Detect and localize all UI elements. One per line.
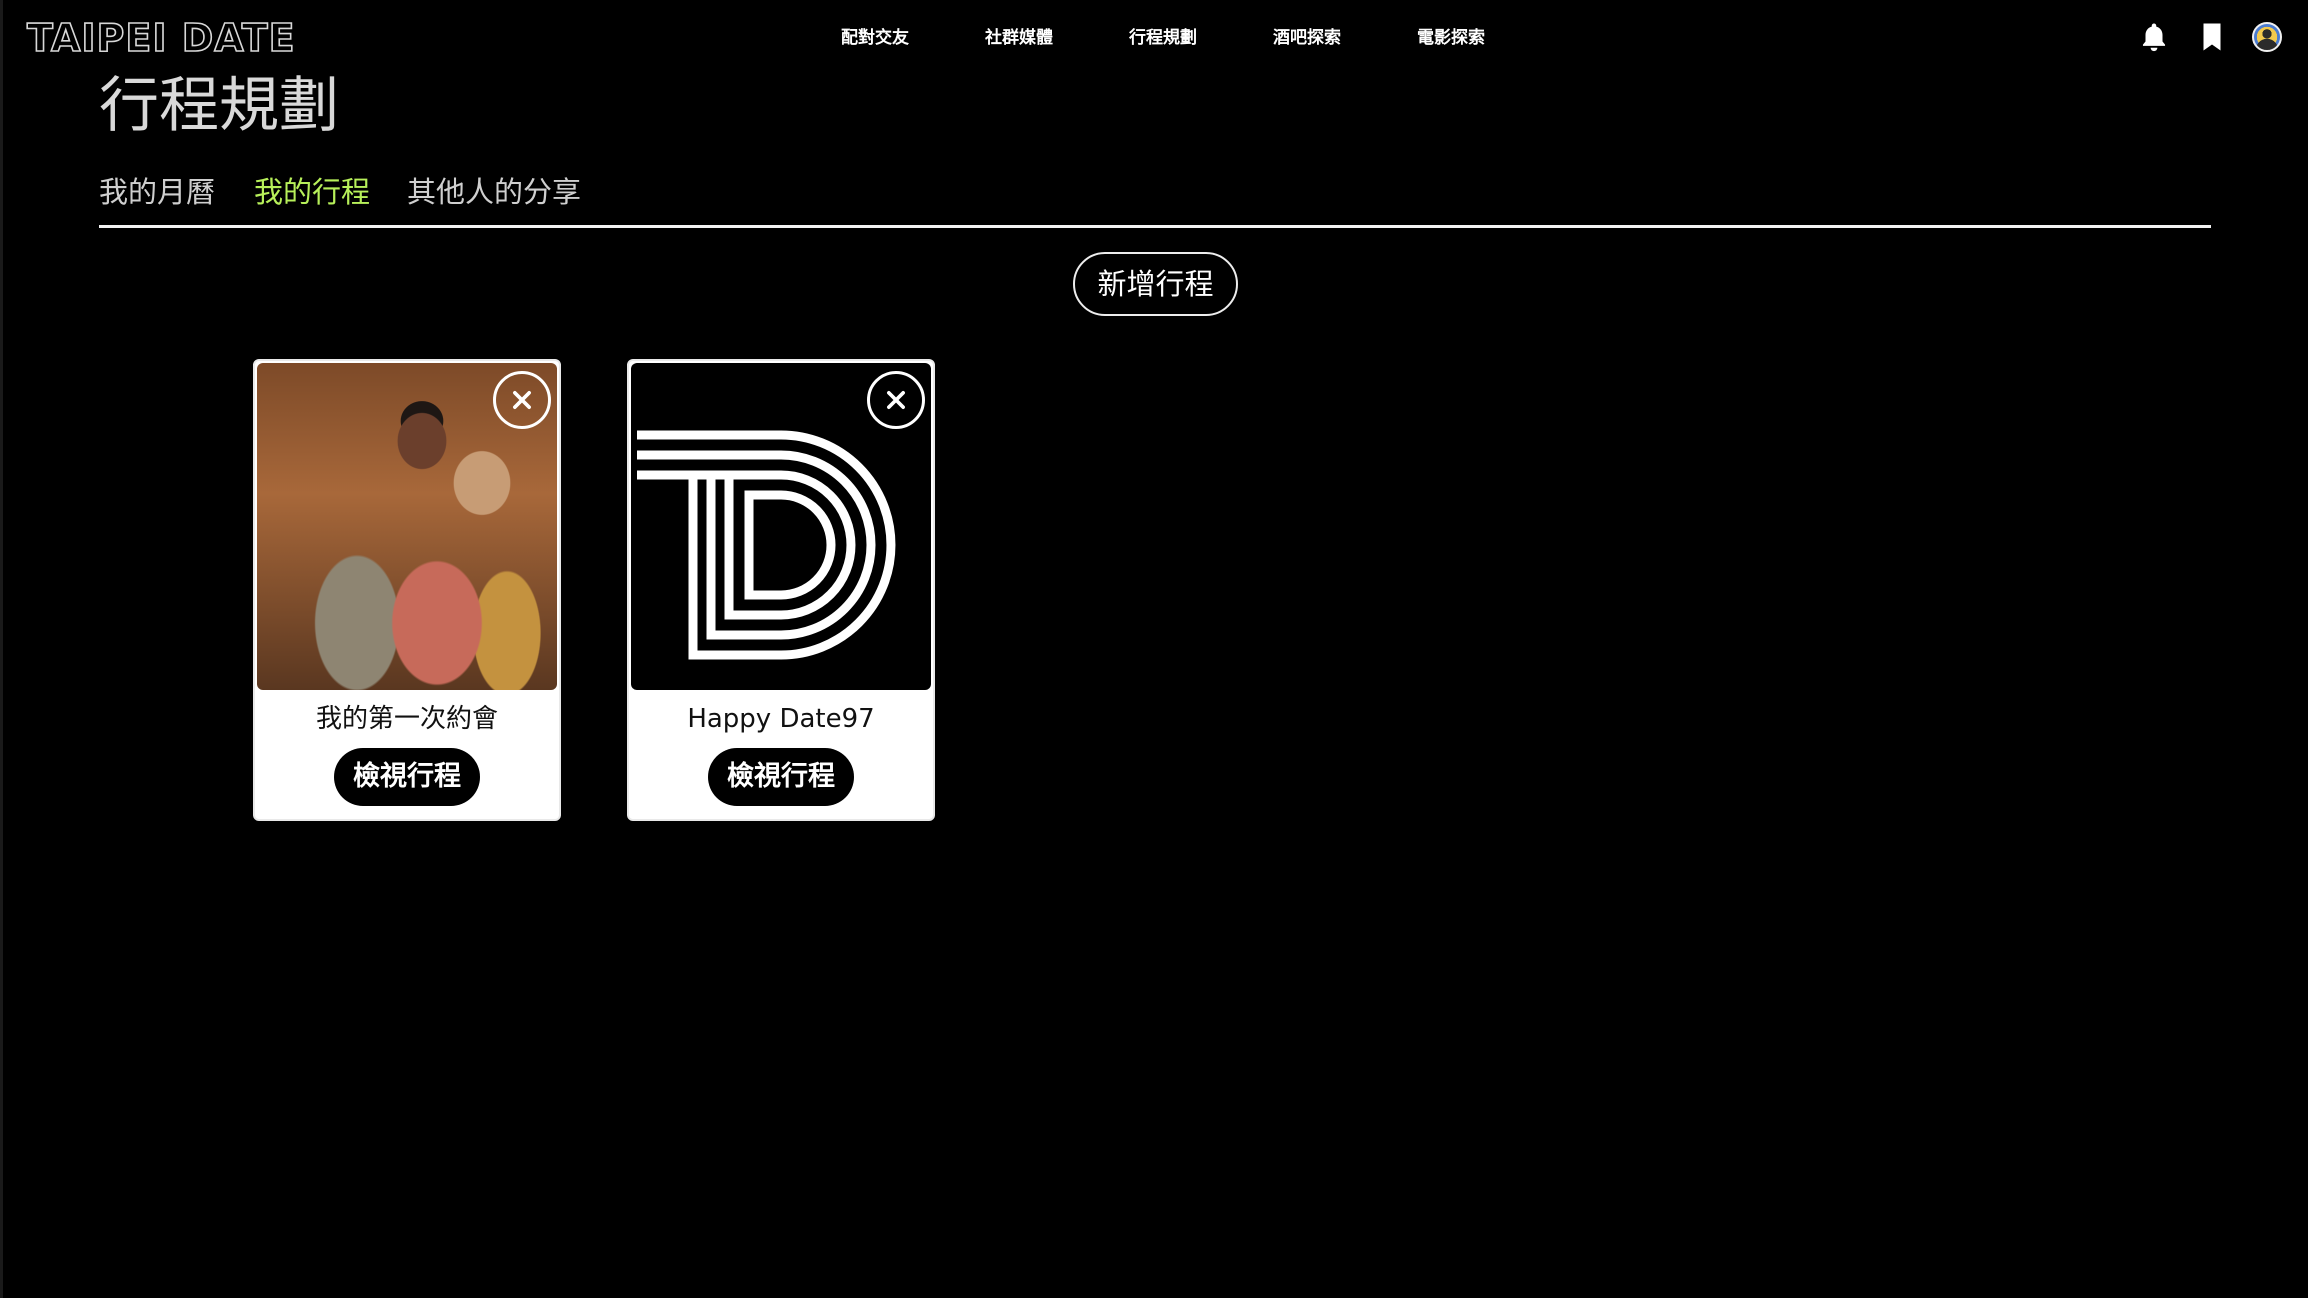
trip-card-title: 我的第一次約會: [315, 704, 498, 734]
trip-card: 我的第一次約會 檢視行程: [253, 359, 561, 821]
window-edge: [0, 0, 3, 1298]
nav-item-matching[interactable]: 配對交友: [841, 26, 909, 50]
trip-card: Happy Date97 檢視行程: [627, 359, 935, 821]
bookmark-icon[interactable]: [2195, 20, 2229, 54]
view-trip-button[interactable]: 檢視行程: [334, 748, 480, 806]
avatar[interactable]: [2252, 22, 2282, 52]
add-trip-button[interactable]: 新增行程: [1073, 252, 1238, 316]
trip-card-title: Happy Date97: [687, 704, 875, 734]
close-icon[interactable]: [867, 371, 925, 429]
view-trip-button[interactable]: 檢視行程: [708, 748, 854, 806]
tab-my-calendar[interactable]: 我的月曆: [99, 172, 215, 212]
bell-icon[interactable]: [2137, 20, 2171, 54]
nav-item-bars[interactable]: 酒吧探索: [1273, 26, 1341, 50]
tab-others-shares[interactable]: 其他人的分享: [407, 172, 581, 212]
tab-my-trips[interactable]: 我的行程: [254, 172, 370, 212]
page: TAIPEI DATE 配對交友 社群媒體 行程規劃 酒吧探索 電影探索 行程規…: [0, 0, 2308, 1298]
close-icon[interactable]: [493, 371, 551, 429]
nav-item-social[interactable]: 社群媒體: [985, 26, 1053, 50]
nav-item-planning[interactable]: 行程規劃: [1129, 26, 1197, 50]
main-nav: 配對交友 社群媒體 行程規劃 酒吧探索 電影探索: [0, 26, 2308, 50]
nav-item-movies[interactable]: 電影探索: [1417, 26, 1485, 50]
tab-underline-divider: [99, 225, 2211, 228]
page-title: 行程規劃: [99, 71, 339, 141]
